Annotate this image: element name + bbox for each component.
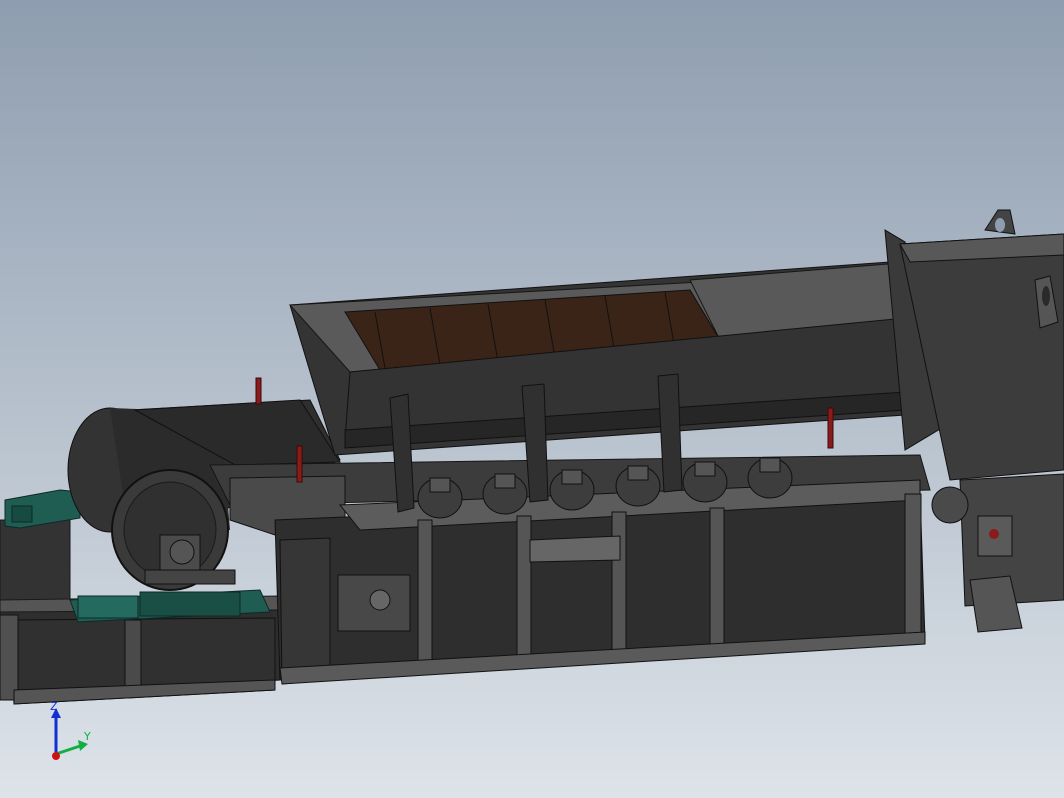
x-axis-marker-icon (52, 752, 60, 760)
feeder-trough[interactable] (288, 261, 911, 456)
y-axis-line (55, 744, 81, 756)
main-frame[interactable] (274, 479, 926, 685)
conveyor-feeder-model[interactable] (0, 0, 1064, 798)
cad-viewport[interactable]: Z Y (0, 0, 1064, 798)
axis-triad: Z Y (50, 700, 91, 760)
y-axis-label: Y (83, 730, 91, 743)
z-axis-label: Z (50, 700, 58, 713)
